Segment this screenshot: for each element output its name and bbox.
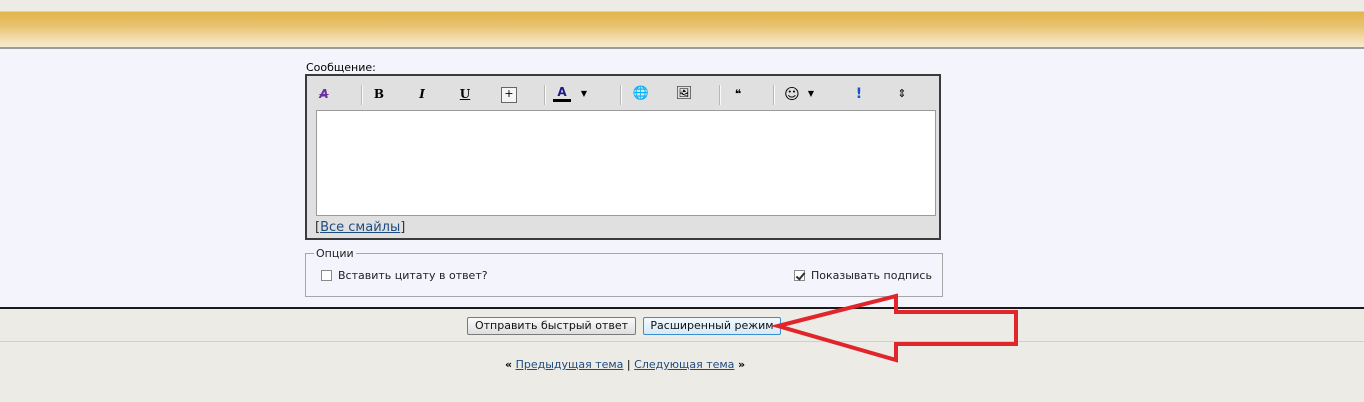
- topic-navigation: « Предыдущая тема | Следующая тема »: [0, 358, 1250, 371]
- top-strip: [0, 0, 1364, 12]
- next-topic-link[interactable]: Следующая тема: [634, 358, 734, 371]
- prev-arrow: «: [504, 358, 513, 371]
- bracket-close: ]: [400, 220, 406, 235]
- quote-checkbox[interactable]: [321, 270, 332, 281]
- quote-label: Вставить цитату в ответ?: [338, 269, 488, 282]
- toolbar-separator: [620, 85, 622, 105]
- signature-label: Показывать подпись: [811, 269, 932, 282]
- all-smiles: [Все смайлы]: [315, 220, 405, 235]
- chevron-down-icon[interactable]: ▼: [575, 86, 593, 102]
- bold-button[interactable]: B: [370, 86, 388, 102]
- underline-button[interactable]: U: [456, 86, 474, 102]
- next-arrow: »: [737, 358, 746, 371]
- toolbar-separator: [361, 85, 363, 105]
- toolbar-separator: [544, 85, 546, 105]
- options-legend: Опции: [314, 247, 356, 260]
- insert-link-icon[interactable]: 🌐: [632, 86, 650, 102]
- advanced-mode-button[interactable]: Расширенный режим: [643, 317, 781, 335]
- message-editor: A B I U + A ▼ 🌐 🖼 ❝ ☺ ▼ ! ⇕ [Все смайлы]: [305, 74, 941, 240]
- nav-separator: |: [626, 358, 631, 371]
- remove-format-icon[interactable]: A: [315, 86, 333, 102]
- quick-reply-button[interactable]: Отправить быстрый ответ: [467, 317, 636, 335]
- insert-image-icon[interactable]: 🖼: [675, 86, 693, 102]
- font-color-button[interactable]: A: [553, 86, 571, 102]
- message-textarea[interactable]: [316, 110, 936, 216]
- smiley-icon[interactable]: ☺: [783, 86, 801, 102]
- signature-checkbox[interactable]: [794, 270, 805, 281]
- italic-button[interactable]: I: [413, 86, 431, 102]
- exclamation-icon[interactable]: !: [850, 86, 868, 102]
- toolbar-separator: [719, 85, 721, 105]
- all-smiles-link[interactable]: Все смайлы: [320, 220, 400, 235]
- resize-icon[interactable]: ⇕: [893, 86, 911, 102]
- editor-toolbar: A B I U + A ▼ 🌐 🖼 ❝ ☺ ▼ ! ⇕: [307, 76, 939, 112]
- prev-topic-link[interactable]: Предыдущая тема: [516, 358, 624, 371]
- toolbar-separator: [773, 85, 775, 105]
- chevron-down-icon[interactable]: ▼: [802, 86, 820, 102]
- header-bar: [0, 12, 1364, 47]
- quote-icon[interactable]: ❝: [729, 86, 747, 102]
- spoiler-button[interactable]: +: [501, 87, 517, 103]
- divider: [0, 341, 1364, 342]
- message-label: Сообщение:: [306, 61, 376, 74]
